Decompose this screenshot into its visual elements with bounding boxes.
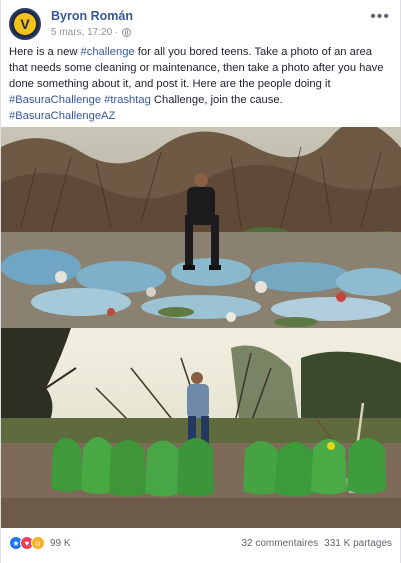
wow-reaction-icon: o <box>31 536 45 550</box>
post-header: V Byron Román 5 mars, 17:20 · ••• <box>9 6 392 40</box>
engagement-stats: 32 commentaires 331 K partages <box>241 538 392 549</box>
before-photo-graphic <box>1 127 401 328</box>
post-text-part: Challenge, join the cause. <box>150 94 283 106</box>
globe-icon <box>122 28 132 37</box>
reactions-count[interactable]: 99 K <box>50 538 71 549</box>
more-icon[interactable]: ••• <box>370 8 390 26</box>
author-name[interactable]: Byron Román <box>51 9 133 23</box>
timestamp[interactable]: 5 mars, 17:20 · <box>51 27 118 38</box>
before-photo[interactable] <box>1 127 401 328</box>
hashtag-basurachallenge[interactable]: #BasuraChallenge <box>9 94 101 106</box>
comments-count[interactable]: 32 commentaires <box>241 538 318 549</box>
post-footer: ★ ♥ o 99 K 32 commentaires 331 K partage… <box>9 528 392 558</box>
post-text-part: Here is a new <box>9 46 81 58</box>
shares-count[interactable]: 331 K partages <box>324 538 392 549</box>
reactions-summary[interactable]: ★ ♥ o 99 K <box>9 536 71 550</box>
after-photo-graphic <box>1 328 401 528</box>
avatar[interactable]: V <box>9 8 41 40</box>
post-meta: 5 mars, 17:20 · <box>51 27 132 38</box>
hashtag-challenge[interactable]: #challenge <box>81 46 135 58</box>
hashtag-basurachallengeaz[interactable]: #BasuraChallengeAZ <box>9 110 115 122</box>
avatar-logo: V <box>14 13 36 35</box>
post-text: Here is a new #challenge for all you bor… <box>9 44 392 124</box>
after-photo[interactable] <box>1 328 401 528</box>
hashtag-trashtag[interactable]: #trashtag <box>104 94 151 106</box>
post-card: V Byron Román 5 mars, 17:20 · ••• Here i… <box>0 0 401 563</box>
